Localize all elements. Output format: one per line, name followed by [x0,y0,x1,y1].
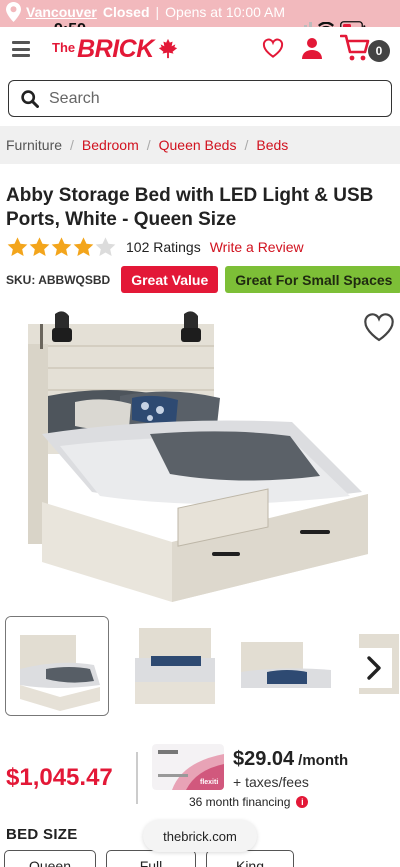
card-brand-label: flexiti [200,779,218,786]
breadcrumb-bedroom[interactable]: Bedroom [82,137,139,153]
store-separator: | [155,4,160,20]
search-input[interactable] [49,89,369,108]
size-option-queen[interactable]: Queen [4,850,96,867]
monthly-price: $29.04/month [233,748,348,771]
financing-card-image[interactable]: flexiti [152,744,224,790]
next-image-button[interactable] [356,648,392,688]
star-rating[interactable] [6,236,116,258]
star-filled-icon [51,237,72,256]
browser-url-pill[interactable]: thebrick.com [143,820,257,852]
site-header: The BRICK [0,27,400,73]
size-option-king[interactable]: King [206,850,294,867]
rating-row: 102 Ratings Write a Review [6,236,304,258]
breadcrumb-queen-beds[interactable]: Queen Beds [159,137,237,153]
breadcrumb-beds[interactable]: Beds [256,137,288,153]
product-price: $1,045.47 [6,764,113,791]
write-review-link[interactable]: Write a Review [210,239,304,255]
thumbnail-3[interactable] [237,616,341,716]
logo-prefix: The [52,40,76,55]
star-filled-icon [29,237,50,256]
ratings-count[interactable]: 102 Ratings [126,239,201,255]
thumbnail-2[interactable] [121,616,225,716]
search-bar[interactable] [8,80,392,117]
star-filled-icon [73,237,94,256]
logo-wordmark: BRICK [77,35,154,63]
breadcrumb-separator: / [70,137,74,153]
heart-icon[interactable] [262,38,284,58]
cart-icon[interactable] [340,33,370,63]
store-open-status: Closed [102,4,150,20]
product-title: Abby Storage Bed with LED Light & USB Po… [6,185,374,230]
thumbnail-1[interactable] [5,616,109,716]
menu-icon[interactable] [12,41,30,57]
breadcrumb-separator: / [244,137,249,153]
cart-count-badge[interactable]: 0 [368,40,390,62]
monthly-amount: $29.04 [233,748,295,770]
info-icon[interactable]: i [296,796,309,808]
brand-logo[interactable]: The BRICK [52,37,179,62]
chevron-right-icon [367,656,381,680]
product-image[interactable] [0,306,400,606]
breadcrumb-separator: / [146,137,151,153]
taxes-note: + taxes/fees [233,774,309,790]
star-empty-icon [95,237,116,256]
breadcrumb-furniture[interactable]: Furniture [6,137,62,153]
account-icon[interactable] [302,37,322,59]
monthly-unit: /month [298,752,349,769]
wishlist-heart-icon[interactable] [362,312,396,342]
breadcrumb: Furniture / Bedroom / Queen Beds / Beds [0,126,400,164]
maple-leaf-icon [158,38,177,59]
sku-row: SKU: ABBWQSBD Great Value Great For Smal… [6,266,400,293]
store-info[interactable]: Vancouver Closed | Opens at 10:00 AM [6,2,285,22]
great-value-badge: Great Value [121,266,219,293]
bed-size-label: BED SIZE [6,826,78,843]
financing-text: 36 month financing [189,795,291,809]
store-hours: Opens at 10:00 AM [165,4,286,20]
small-spaces-badge: Great For Small Spaces [225,266,400,293]
size-option-full[interactable]: Full [106,850,196,867]
store-city-link[interactable]: Vancouver [26,4,97,20]
location-pin-icon [6,2,21,22]
search-icon [21,89,39,108]
financing-term: 36 month financing i [189,795,309,809]
star-filled-icon [7,237,28,256]
sku-label: SKU: ABBWQSBD [6,272,111,287]
image-thumbnails [5,616,400,718]
price-divider [136,752,138,804]
